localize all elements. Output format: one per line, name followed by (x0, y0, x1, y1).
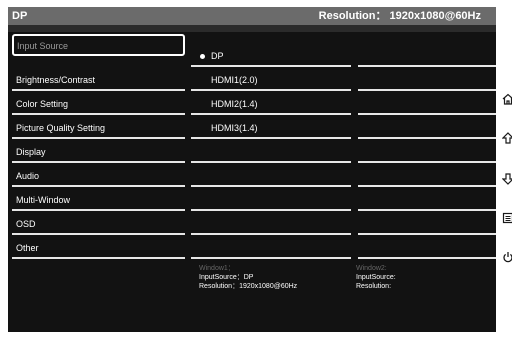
window1-resolution: Resolution：1920x1080@60Hz (199, 283, 298, 290)
menu-item-label: OSD (16, 219, 36, 229)
menu-item-other[interactable]: Other (12, 237, 185, 259)
submenu-row (358, 141, 496, 163)
window2-input: InputSource: (356, 274, 396, 281)
menu-item-display[interactable]: Display (12, 141, 185, 163)
menu-item-label: Brightness/Contrast (16, 75, 96, 85)
menu-item-label: Display (16, 147, 46, 157)
option-hdmi2[interactable]: HDMI2(1.4) (191, 93, 351, 115)
home-icon[interactable] (502, 93, 512, 105)
window1-title: Window1： (199, 265, 235, 272)
window1-input: InputSource：DP (199, 274, 254, 281)
submenu-row (358, 189, 496, 211)
option-dp[interactable]: DP (191, 45, 351, 67)
option-empty (191, 165, 351, 187)
menu-item-label: Color Setting (16, 99, 69, 109)
osd-header: DP Resolution： 1920x1080@60Hz (8, 7, 496, 25)
submenu-row (358, 93, 496, 115)
window2-title: Window2: (356, 265, 387, 272)
menu-item-picture-quality[interactable]: Picture Quality Setting (12, 117, 185, 139)
option-label: HDMI2(1.4) (211, 99, 258, 109)
selected-dot-icon (200, 54, 205, 59)
submenu-row (358, 69, 496, 91)
submenu-row (358, 45, 496, 67)
button-guide (496, 7, 512, 332)
up-arrow-icon[interactable] (502, 132, 512, 144)
menu-item-label: Picture Quality Setting (16, 123, 106, 133)
submenu-row (358, 165, 496, 187)
menu-item-audio[interactable]: Audio (12, 165, 185, 187)
osd-window: DP Resolution： 1920x1080@60Hz Input Sour… (8, 7, 496, 332)
resolution-readout: Resolution： 1920x1080@60Hz (318, 10, 481, 22)
option-label: HDMI3(1.4) (211, 123, 258, 133)
menu-item-label: Other (16, 243, 39, 253)
option-empty (191, 141, 351, 163)
submenu-row (358, 213, 496, 235)
menu-item-brightness-contrast[interactable]: Brightness/Contrast (12, 69, 185, 91)
option-label: DP (211, 51, 224, 61)
menu-item-label: Multi-Window (16, 195, 71, 205)
window2-resolution: Resolution: (356, 283, 392, 290)
menu-item-osd[interactable]: OSD (12, 213, 185, 235)
option-empty (191, 189, 351, 211)
window1-info: Window1： InputSource：DP Resolution：1920x… (199, 264, 297, 291)
window2-info: Window2: InputSource: Resolution: (356, 264, 396, 291)
menu-item-input-source[interactable]: Input Source (12, 34, 185, 56)
down-arrow-icon[interactable] (502, 173, 512, 185)
menu-item-label: Input Source (17, 41, 69, 51)
option-label: HDMI1(2.0) (211, 75, 258, 85)
submenu-row (358, 117, 496, 139)
power-icon[interactable] (502, 251, 512, 263)
menu-item-multi-window[interactable]: Multi-Window (12, 189, 185, 211)
option-empty (191, 237, 351, 259)
option-empty (191, 213, 351, 235)
input-title: DP (12, 10, 28, 22)
option-hdmi3[interactable]: HDMI3(1.4) (191, 117, 351, 139)
option-hdmi1[interactable]: HDMI1(2.0) (191, 69, 351, 91)
osd-panel: Input Source Brightness/Contrast Color S… (8, 32, 496, 332)
submenu-row (358, 237, 496, 259)
menu-icon[interactable] (502, 212, 512, 224)
menu-item-color-setting[interactable]: Color Setting (12, 93, 185, 115)
menu-item-label: Audio (16, 171, 40, 181)
